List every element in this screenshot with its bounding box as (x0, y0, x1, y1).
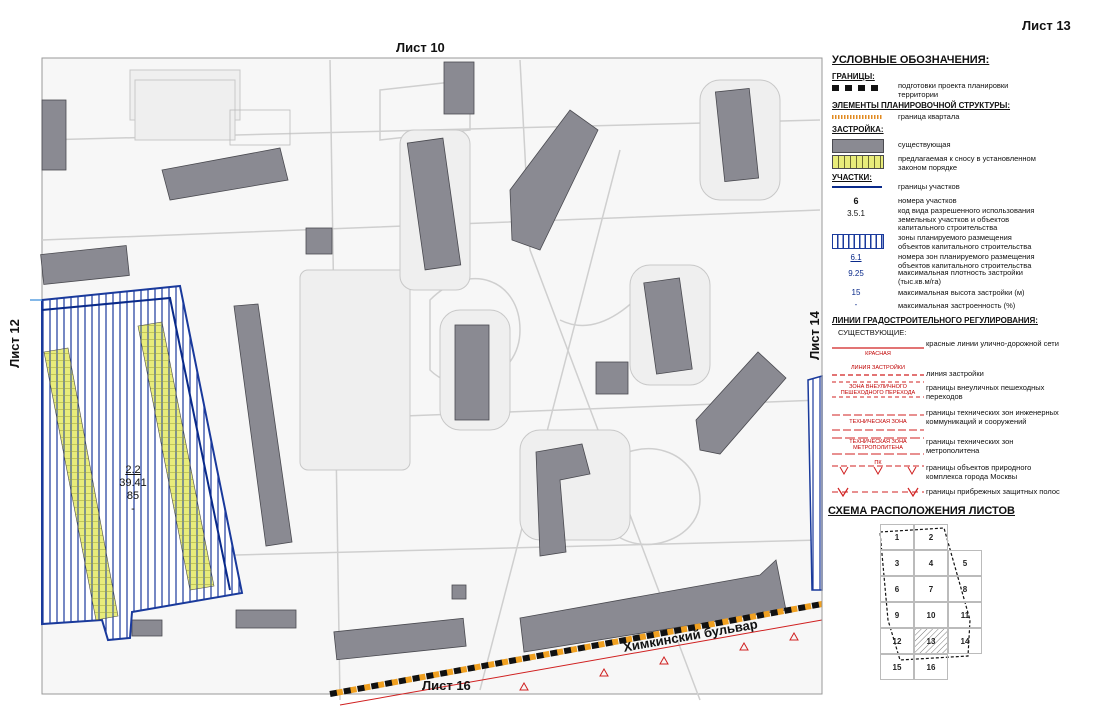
scheme-cell-10: 10 (914, 602, 948, 628)
legend-plot-border: границы участков (898, 182, 960, 191)
building-line-symbol (832, 374, 924, 376)
zone-density: 39.41 (119, 477, 147, 489)
metro-zones-symbol (832, 437, 924, 455)
legend-section-elements: ЭЛЕМЕНТЫ ПЛАНИРОВОЧНОЙ СТРУКТУРЫ: (832, 101, 1011, 110)
sheet-title: Лист 13 (1022, 18, 1071, 33)
scheme-cell-1: 1 (880, 524, 914, 550)
scheme-title: СХЕМА РАСПОЛОЖЕНИЯ ЛИСТОВ (828, 505, 1015, 517)
existing-building-symbol (832, 139, 884, 153)
legend-coastal: границы прибрежных защитных полос (926, 487, 1060, 496)
scheme-cell-13: 13 (914, 628, 948, 654)
demolition-symbol (832, 155, 884, 169)
legend-section-borders: ГРАНИЦЫ: (832, 72, 875, 81)
zone-height: 85 (126, 490, 140, 502)
tech-zones-symbol (832, 414, 924, 431)
legend-project-border: подготовки проекта планировки территории (898, 81, 1009, 99)
scheme-cell-14: 14 (948, 628, 982, 654)
nature-symbol (832, 465, 924, 476)
legend-crossings: границы внеуличных пешеходных переходов (926, 383, 1045, 401)
scheme-cell-7: 7 (914, 576, 948, 602)
legend-use-code: код вида разрешенного использования земе… (898, 206, 1035, 232)
scheme-cell-5: 5 (948, 550, 982, 576)
legend-existing-building: существующая (898, 140, 951, 149)
coverage-sample: - (854, 300, 858, 309)
zone-coverage: - (131, 503, 135, 515)
crossings-symbol (832, 381, 924, 398)
coastal-symbol (832, 487, 924, 498)
scheme-cell-8: 8 (948, 576, 982, 602)
neighbor-bottom-label: Лист 16 (422, 678, 471, 693)
legend-coverage: максимальная застроенность (%) (898, 301, 1016, 310)
scheme-cell-15: 15 (880, 654, 914, 680)
legend-zones: зоны планируемого размещения объектов ка… (898, 233, 1032, 251)
neighbor-top-label: Лист 10 (396, 40, 445, 55)
legend-tech-zones: границы технических зон инженерных комму… (926, 408, 1059, 426)
height-sample: 15 (851, 288, 861, 297)
legend-height: максимальная высота застройки (м) (898, 288, 1025, 297)
zone-number-sample: 6.1 (850, 253, 862, 262)
legend-demolition: предлагаемая к сносу в установленном зак… (898, 154, 1036, 172)
legend-density: максимальная плотность застройки (тыс.кв… (898, 268, 1023, 286)
neighbor-left-label: Лист 12 (6, 319, 22, 368)
scheme-cell-12: 12 (880, 628, 914, 654)
legend-building-line: линия застройки (926, 369, 984, 378)
plot-border-symbol (832, 186, 882, 188)
legend-section-plots: УЧАСТКИ: (832, 173, 872, 182)
legend-plot-number: номера участков (898, 196, 957, 205)
scheme-cell-11: 11 (948, 602, 982, 628)
use-code-sample: 3.5.1 (847, 209, 865, 218)
legend-metro-zones: границы технических зон метрополитена (926, 437, 1014, 455)
plot-number-sample: 6 (853, 196, 859, 206)
density-sample: 9.25 (848, 269, 864, 278)
legend-section-existing: СУЩЕСТВУЮЩИЕ: (838, 328, 907, 337)
zones-symbol (832, 234, 884, 249)
legend-section-buildings: ЗАСТРОЙКА: (832, 125, 884, 134)
legend-title: УСЛОВНЫЕ ОБОЗНАЧЕНИЯ: (832, 54, 990, 66)
scheme-cell-6: 6 (880, 576, 914, 602)
project-border-symbol (832, 85, 882, 91)
neighbor-right-label: Лист 14 (806, 311, 822, 360)
legend-section-lines: ЛИНИИ ГРАДОСТРОИТЕЛЬНОГО РЕГУЛИРОВАНИЯ: (832, 316, 1038, 325)
scheme-cell-16: 16 (914, 654, 948, 680)
zone-label: 2.2 39.41 85 - (108, 464, 158, 516)
scheme-cell-4: 4 (914, 550, 948, 576)
scheme-cell-2: 2 (914, 524, 948, 550)
legend-red-lines: красные линии улично-дорожной сети (926, 339, 1059, 348)
legend: УСЛОВНЫЕ ОБОЗНАЧЕНИЯ: ГРАНИЦЫ: подготовк… (826, 54, 1088, 502)
zone-number: 2.2 (125, 464, 141, 476)
building-line-label: ЛИНИЯ ЗАСТРОЙКИ (851, 365, 905, 371)
block-border-symbol (832, 115, 882, 119)
legend-nature: границы объектов природного комплекса го… (926, 463, 1032, 481)
scheme-cell-9: 9 (880, 602, 914, 628)
red-line-label: КРАСНАЯ (865, 351, 891, 357)
legend-block-border: граница квартала (898, 112, 960, 121)
scheme-cell-3: 3 (880, 550, 914, 576)
